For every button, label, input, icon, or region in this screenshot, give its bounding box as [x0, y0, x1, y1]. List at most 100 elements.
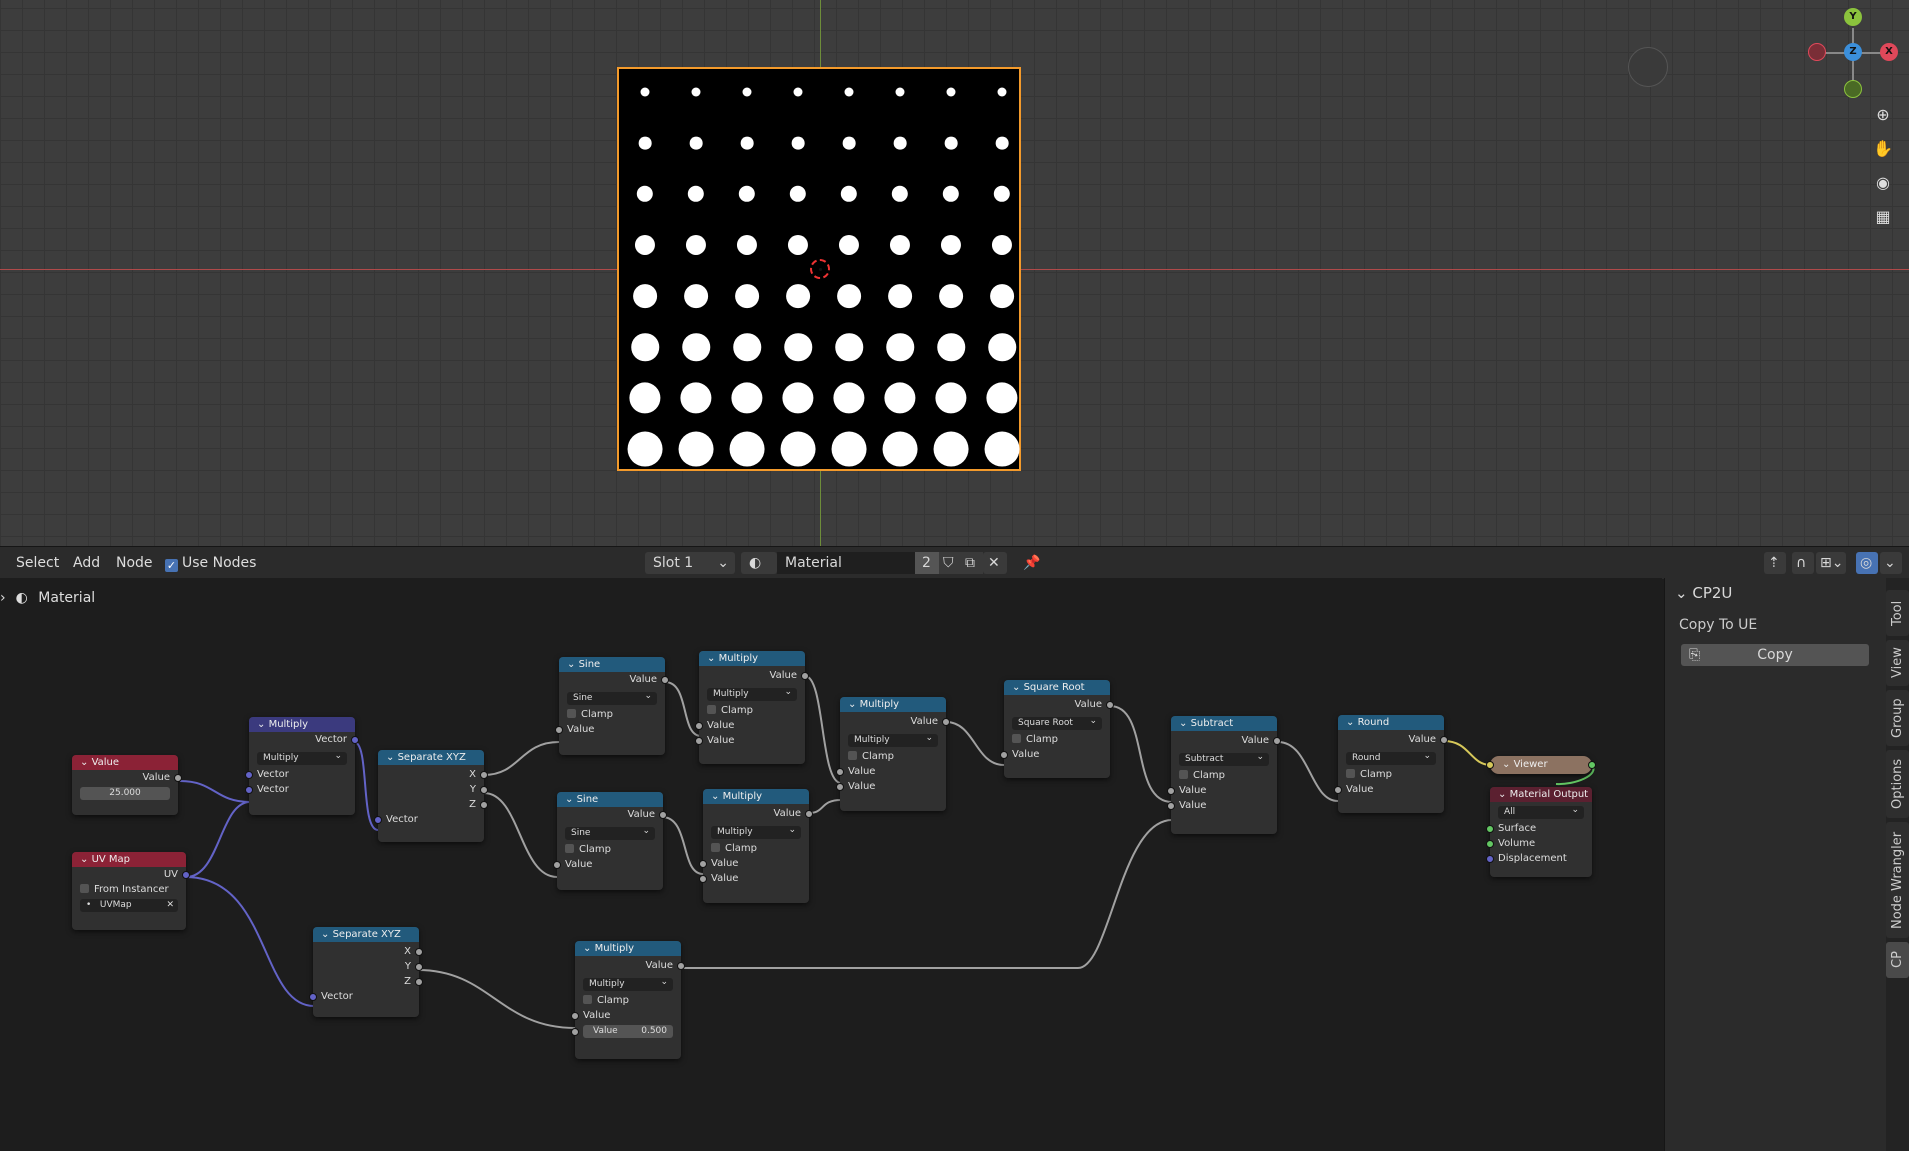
- vector-multiply-node[interactable]: Multiply Vector Multiply Vector Vector: [245, 717, 359, 815]
- clamp-toggle[interactable]: Clamp: [840, 749, 946, 764]
- input-socket[interactable]: [555, 726, 563, 734]
- overlay-toggle-icon[interactable]: ◎: [1856, 552, 1878, 574]
- tab-group[interactable]: Group: [1886, 690, 1909, 746]
- operation-dropdown[interactable]: Multiply: [257, 750, 347, 765]
- input-socket[interactable]: [1486, 840, 1494, 848]
- input-socket[interactable]: [1167, 787, 1175, 795]
- output-socket[interactable]: [1588, 761, 1596, 769]
- operation-dropdown[interactable]: Multiply: [707, 686, 797, 701]
- copy-button[interactable]: ⎘ Copy: [1681, 644, 1869, 666]
- operation-dropdown[interactable]: Sine: [565, 825, 655, 840]
- from-instancer-toggle[interactable]: From Instancer: [72, 882, 186, 897]
- camera-icon[interactable]: ◉: [1872, 172, 1894, 194]
- output-socket[interactable]: [659, 811, 667, 819]
- input-socket[interactable]: [245, 786, 253, 794]
- slot-dropdown[interactable]: Slot 1 ⌄: [645, 552, 735, 574]
- value-node[interactable]: Value Value 25.000: [72, 755, 182, 815]
- output-socket[interactable]: [1106, 701, 1114, 709]
- output-socket[interactable]: [182, 871, 190, 879]
- math-multiply-node[interactable]: Multiply Value Multiply Clamp Value Valu…: [571, 941, 685, 1059]
- gizmo-y-axis[interactable]: Y: [1844, 8, 1862, 26]
- target-dropdown[interactable]: All: [1498, 804, 1584, 819]
- clamp-toggle[interactable]: Clamp: [699, 703, 805, 718]
- separate-xyz-node[interactable]: Separate XYZ X Y Z Vector: [374, 750, 488, 842]
- duplicate-material-icon[interactable]: ⧉: [961, 552, 983, 574]
- menu-select[interactable]: Select: [16, 555, 59, 571]
- input-socket[interactable]: [1486, 825, 1494, 833]
- clamp-toggle[interactable]: Clamp: [1004, 732, 1110, 747]
- clamp-toggle[interactable]: Clamp: [1171, 768, 1277, 783]
- clamp-toggle[interactable]: Clamp: [703, 841, 809, 856]
- gizmo-neg-y-axis[interactable]: [1844, 80, 1862, 98]
- overlay-dropdown-icon[interactable]: ⌄: [1880, 552, 1902, 574]
- output-socket[interactable]: [942, 718, 950, 726]
- menu-add[interactable]: Add: [73, 555, 100, 571]
- hand-icon[interactable]: ✋: [1872, 138, 1894, 160]
- operation-dropdown[interactable]: Square Root: [1012, 715, 1102, 730]
- sine-node[interactable]: Sine Value Sine Clamp Value: [555, 657, 669, 755]
- tab-cp[interactable]: CP: [1886, 942, 1909, 978]
- parent-node-tree-icon[interactable]: ⇡: [1764, 552, 1786, 574]
- tab-options[interactable]: Options: [1886, 750, 1909, 818]
- close-icon[interactable]: ✕: [166, 899, 178, 912]
- user-count-badge[interactable]: 2: [915, 552, 939, 574]
- output-socket[interactable]: [351, 736, 359, 744]
- panel-header[interactable]: ⌄ CP2U: [1675, 584, 1732, 602]
- input-socket[interactable]: [553, 861, 561, 869]
- value-field[interactable]: 25.000: [80, 787, 170, 800]
- material-name-field[interactable]: Material: [777, 552, 915, 574]
- output-socket[interactable]: [805, 810, 813, 818]
- input-socket[interactable]: [699, 875, 707, 883]
- output-socket[interactable]: [174, 774, 182, 782]
- operation-dropdown[interactable]: Multiply: [583, 976, 673, 991]
- output-socket[interactable]: [1440, 736, 1448, 744]
- input-socket[interactable]: [699, 860, 707, 868]
- fake-user-shield-icon[interactable]: ⛉: [939, 552, 961, 574]
- viewer-node[interactable]: Viewer: [1486, 756, 1596, 774]
- tab-view[interactable]: View: [1886, 640, 1909, 686]
- grid-icon[interactable]: ▦: [1872, 206, 1894, 228]
- use-nodes-toggle[interactable]: ✓ Use Nodes: [165, 555, 256, 572]
- snap-settings-icon[interactable]: ⊞⌄: [1816, 552, 1846, 574]
- tab-tool[interactable]: Tool: [1886, 590, 1909, 636]
- gizmo-neg-x-axis[interactable]: [1808, 43, 1826, 61]
- separate-xyz-node[interactable]: Separate XYZ X Y Z Vector: [309, 927, 423, 1017]
- sine-node[interactable]: Sine Value Sine Clamp Value: [553, 792, 667, 890]
- operation-dropdown[interactable]: Multiply: [848, 732, 938, 747]
- output-socket[interactable]: [415, 948, 423, 956]
- clamp-toggle[interactable]: Clamp: [559, 707, 665, 722]
- output-socket[interactable]: [415, 963, 423, 971]
- input-socket[interactable]: [836, 783, 844, 791]
- input-socket[interactable]: [1000, 751, 1008, 759]
- gizmo-x-axis[interactable]: X: [1880, 43, 1898, 61]
- operation-dropdown[interactable]: Round: [1346, 750, 1436, 765]
- output-socket[interactable]: [677, 962, 685, 970]
- input-socket[interactable]: [571, 1028, 579, 1036]
- math-multiply-node[interactable]: Multiply Value Multiply Clamp Value Valu…: [699, 789, 813, 903]
- input-socket[interactable]: [1486, 855, 1494, 863]
- clamp-toggle[interactable]: Clamp: [1338, 767, 1444, 782]
- input-socket[interactable]: [836, 768, 844, 776]
- operation-dropdown[interactable]: Sine: [567, 690, 657, 705]
- input-socket[interactable]: [695, 737, 703, 745]
- clamp-toggle[interactable]: Clamp: [557, 842, 663, 857]
- subtract-node[interactable]: Subtract Value Subtract Clamp Value Valu…: [1167, 716, 1281, 834]
- input-socket[interactable]: [1334, 786, 1342, 794]
- output-socket[interactable]: [1273, 737, 1281, 745]
- tab-node-wrangler[interactable]: Node Wrangler: [1886, 822, 1909, 938]
- round-node[interactable]: Round Value Round Clamp Value: [1334, 715, 1448, 813]
- output-socket[interactable]: [661, 676, 669, 684]
- menu-node[interactable]: Node: [116, 555, 153, 571]
- input-socket[interactable]: [245, 771, 253, 779]
- input-socket[interactable]: [309, 993, 317, 1001]
- input-socket[interactable]: [571, 1012, 579, 1020]
- value-input-field[interactable]: Value 0.500: [571, 1025, 673, 1038]
- operation-dropdown[interactable]: Subtract: [1179, 751, 1269, 766]
- unlink-close-icon[interactable]: ✕: [983, 552, 1007, 574]
- operation-dropdown[interactable]: Multiply: [711, 824, 801, 839]
- snap-icon[interactable]: ∩: [1792, 552, 1814, 574]
- output-socket[interactable]: [415, 978, 423, 986]
- camera-navigation-icon[interactable]: [1628, 47, 1668, 87]
- square-root-node[interactable]: Square Root Value Square Root Clamp Valu…: [1000, 680, 1114, 778]
- input-socket[interactable]: [374, 816, 382, 824]
